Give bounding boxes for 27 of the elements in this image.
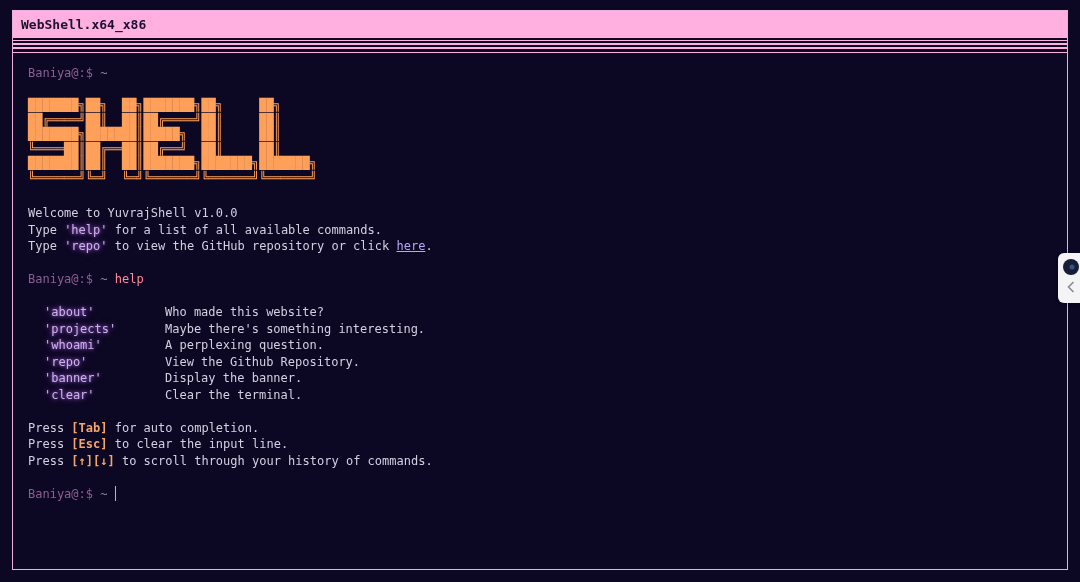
terminal-text: Welcome to YuvrajShell v1.0.0 bbox=[28, 205, 238, 222]
terminal-text: Press [Esc] to clear the input line. bbox=[28, 436, 289, 453]
chevron-left-icon bbox=[1066, 281, 1075, 293]
command-name: 'repo' bbox=[44, 353, 88, 370]
command-name: 'clear' bbox=[44, 386, 95, 403]
terminal-text: Press [Tab] for auto completion. bbox=[28, 419, 260, 436]
terminal-text: Type 'repo' to view the GitHub repository or click here. bbox=[28, 238, 433, 255]
prompt-line: Baniya@:$ ~ help bbox=[28, 271, 144, 288]
command-description: A perplexing question. bbox=[165, 337, 324, 354]
side-panel-tab[interactable] bbox=[1058, 253, 1080, 303]
command-name: 'whoami' bbox=[44, 337, 102, 354]
command-name: 'about' bbox=[44, 304, 95, 321]
terminal-text: Type 'help' for a list of all available commands. bbox=[28, 221, 383, 238]
command-description: Clear the terminal. bbox=[165, 386, 303, 403]
link[interactable]: here bbox=[396, 239, 426, 253]
command-name: 'projects' bbox=[44, 320, 117, 337]
command-name: 'banner' bbox=[44, 370, 102, 387]
prompt-line: Baniya@:$ ~ bbox=[28, 485, 108, 502]
command-description: Maybe there's something interesting. bbox=[165, 320, 426, 337]
circle-icon bbox=[1062, 259, 1079, 275]
command-description: View the Github Repository. bbox=[165, 353, 361, 370]
prompt-line: Baniya@:$ ~ bbox=[28, 65, 108, 82]
terminal-text: Press [↑][↓] to scroll through your history of commands. bbox=[28, 452, 433, 469]
banner-title: ███████╗██╗ ██╗███████╗██╗ ██╗ ██╔════╝██║ ██║██╔════╝██║ ██║ ███████╗███████║█████╗ ██║ ██║ ╚════██║██╔══██║██╔══╝ ██║ ██║ ███████║██║ ██║███████╗███████╗███████╗ ╚══════╝╚═╝ ╚═╝╚══════╝╚══════╝╚══════╝ bbox=[28, 98, 317, 185]
command-description: Display the banner. bbox=[165, 370, 303, 387]
command-description: Who made this website? bbox=[165, 304, 324, 321]
window-title: WebShell.x64_x86 bbox=[21, 17, 147, 32]
